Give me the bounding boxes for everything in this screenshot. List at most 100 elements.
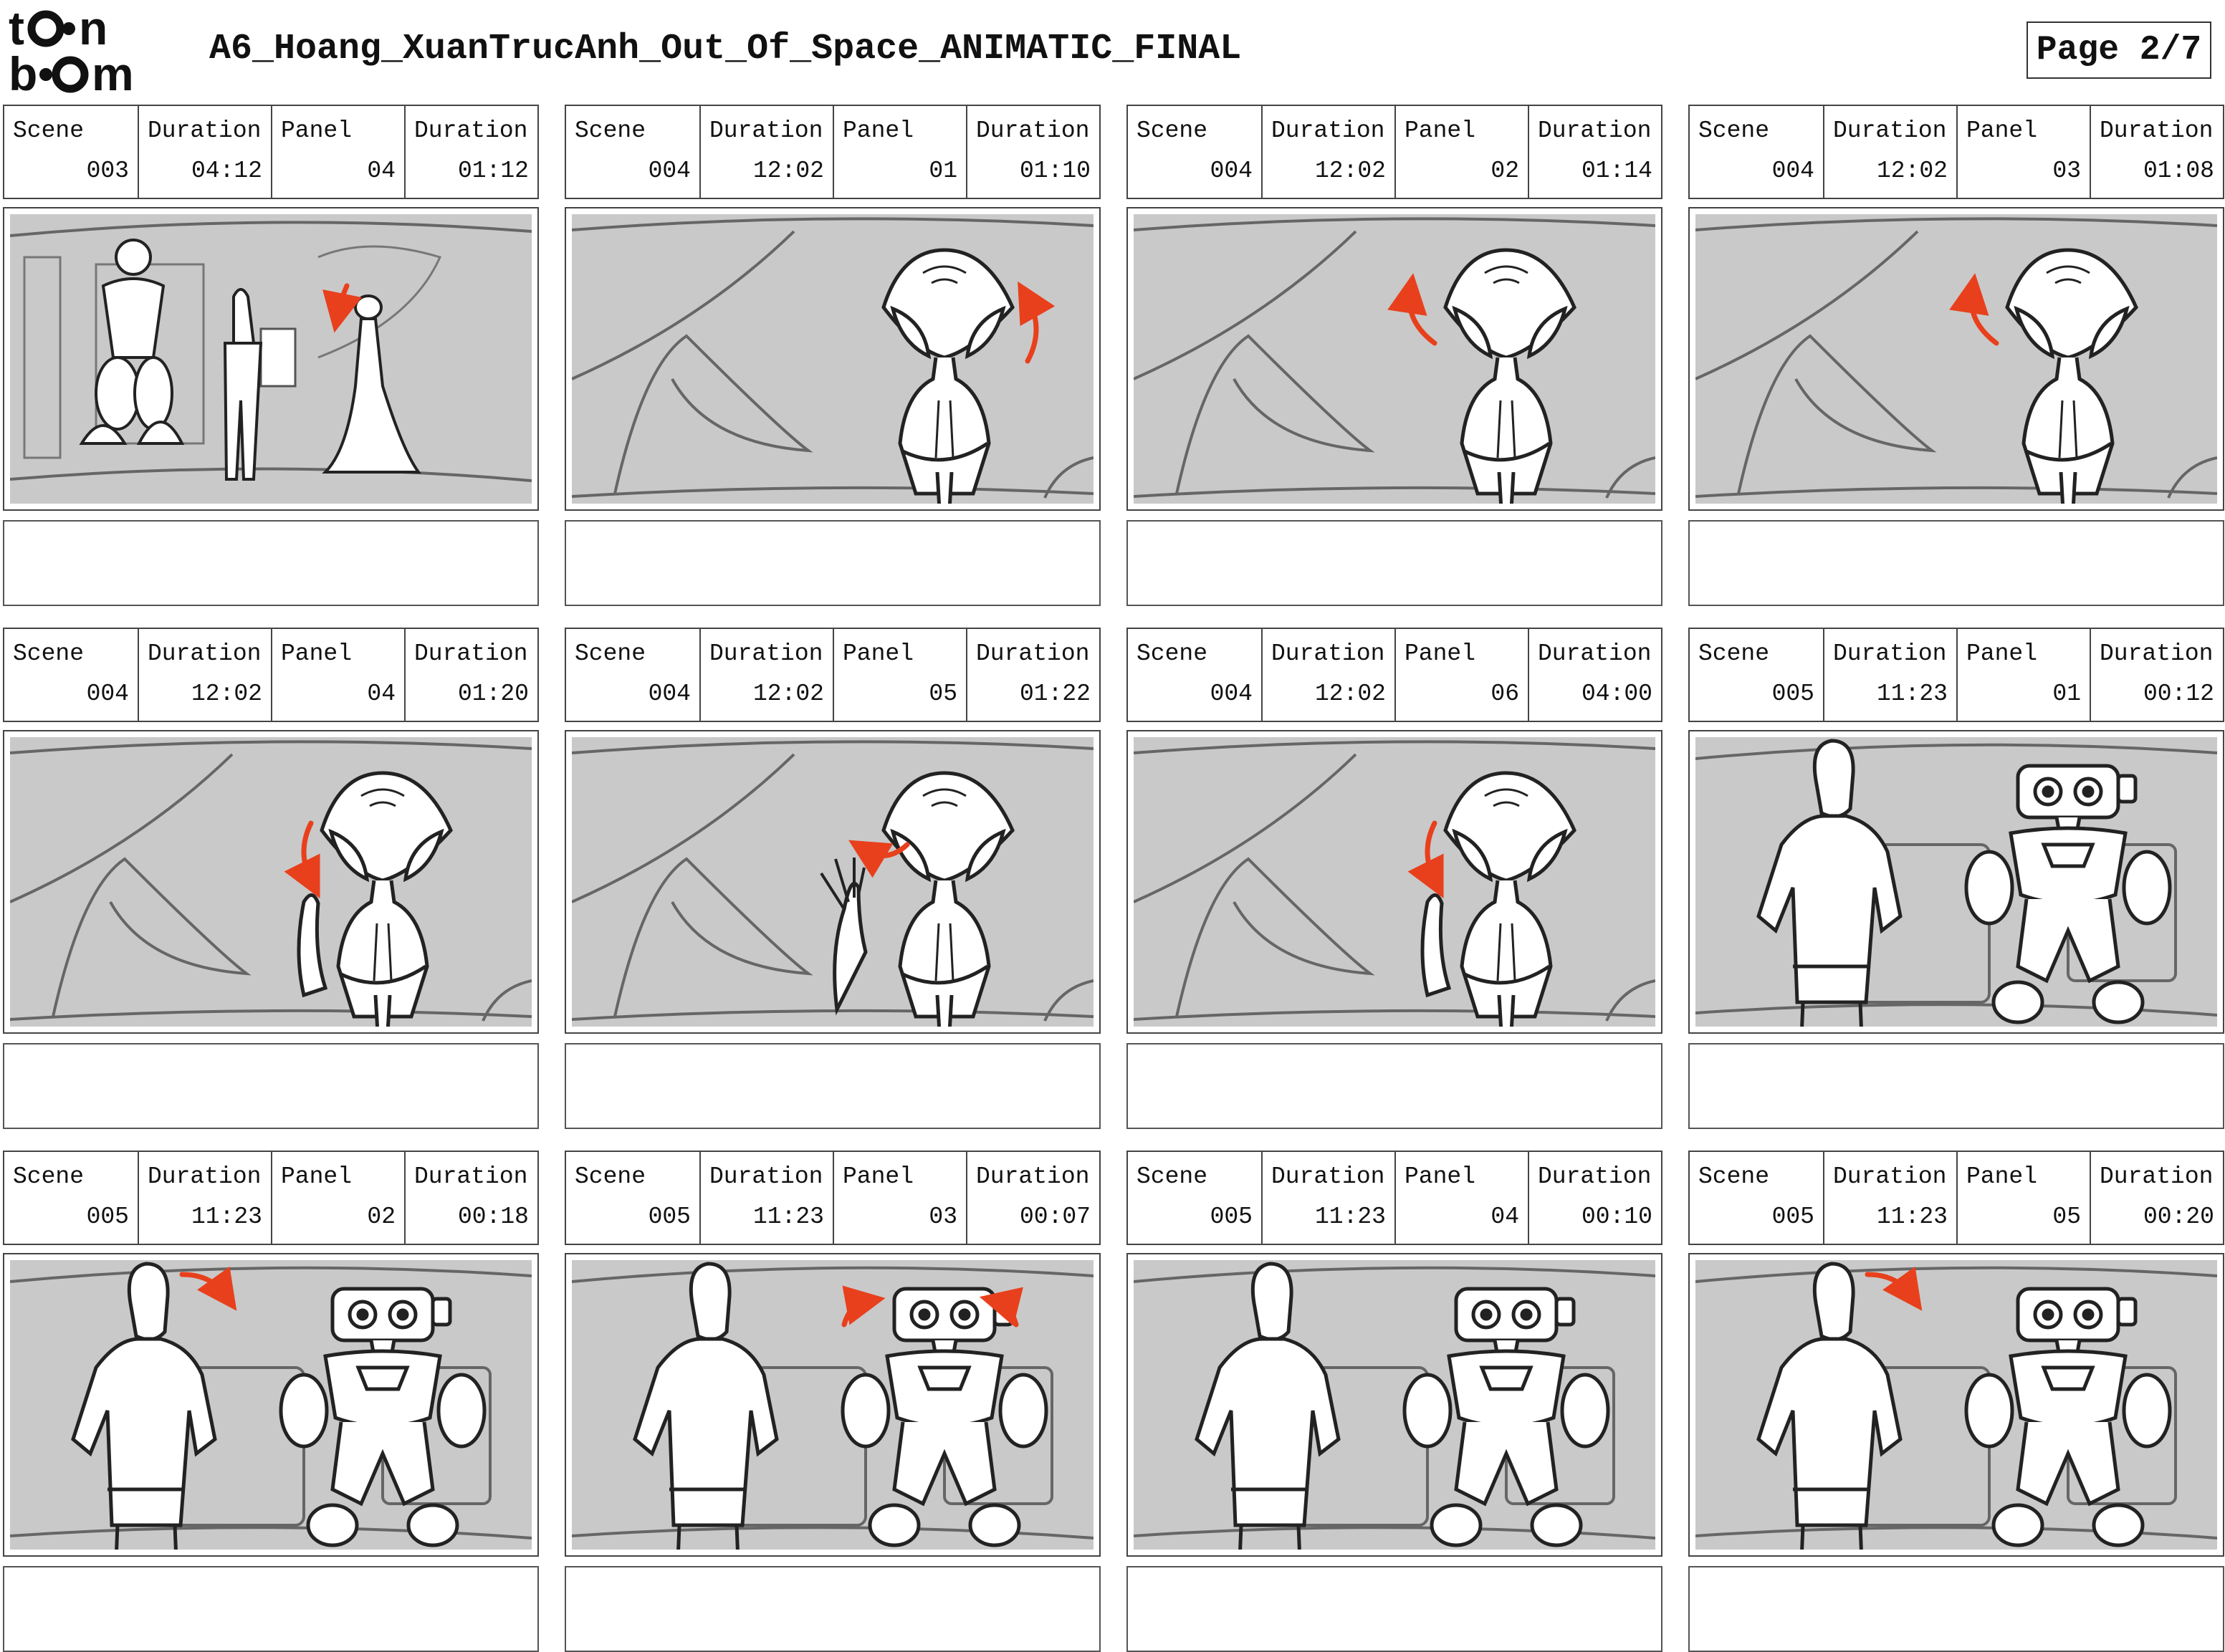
scene-number: 004 <box>1771 158 1814 184</box>
scene-cell: Scene 004 <box>566 629 699 721</box>
scene-number: 005 <box>1771 681 1814 707</box>
scene-label: Scene <box>13 117 85 144</box>
scene-duration: 11:23 <box>191 1204 262 1230</box>
panel-info-bar: Scene 005 Duration 11:23 Panel 04 Durati… <box>1126 1151 1662 1245</box>
panel-image <box>565 207 1101 511</box>
panel-notes-box <box>3 1043 539 1129</box>
scene-label: Scene <box>1137 117 1208 144</box>
panel-duration-label: Duration <box>976 1163 1090 1190</box>
panel-image <box>1688 1253 2224 1557</box>
panel-duration-cell: Duration 00:20 <box>2090 1152 2223 1244</box>
scene-label: Scene <box>575 640 646 667</box>
scene-duration: 11:23 <box>1876 681 1948 707</box>
panel-cell: Panel 04 <box>1394 1152 1528 1244</box>
panel-duration: 00:12 <box>2143 681 2214 707</box>
panel-cell: Panel 05 <box>833 629 966 721</box>
scene-cell: Scene 004 <box>566 106 699 198</box>
panel-number: 01 <box>929 158 957 184</box>
panel-label: Panel <box>843 1163 914 1190</box>
scene-duration-label: Duration <box>148 640 262 667</box>
scene-cell: Scene 004 <box>1690 106 1823 198</box>
panel-duration-cell: Duration 01:08 <box>2090 106 2223 198</box>
panel-image <box>1688 730 2224 1034</box>
panel-label: Panel <box>281 1163 353 1190</box>
panel-duration: 00:10 <box>1581 1204 1652 1230</box>
panel-info-bar: Scene 004 Duration 12:02 Panel 01 Durati… <box>565 105 1101 199</box>
panel-info-bar: Scene 005 Duration 11:23 Panel 01 Durati… <box>1688 628 2224 722</box>
panel-drawing <box>10 737 532 1027</box>
scene-duration-cell: Duration 04:12 <box>138 106 271 198</box>
panel-image <box>565 730 1101 1034</box>
scene-label: Scene <box>13 640 85 667</box>
scene-number: 004 <box>648 158 691 184</box>
scene-duration-cell: Duration 12:02 <box>138 629 271 721</box>
scene-duration-label: Duration <box>1271 117 1385 144</box>
panel-number: 03 <box>2052 158 2081 184</box>
scene-cell: Scene 004 <box>4 629 138 721</box>
panel-drawing <box>572 214 1094 504</box>
panel-notes-box <box>565 1566 1101 1652</box>
panel-image <box>3 207 539 511</box>
panel-drawing <box>572 1260 1094 1550</box>
panel-cell: Panel 06 <box>1394 629 1528 721</box>
scene-cell: Scene 005 <box>1128 1152 1261 1244</box>
scene-number: 004 <box>1210 681 1253 707</box>
panel-info-bar: Scene 005 Duration 11:23 Panel 03 Durati… <box>565 1151 1101 1245</box>
panel-number: 04 <box>367 681 396 707</box>
panel-info-bar: Scene 004 Duration 12:02 Panel 02 Durati… <box>1126 105 1662 199</box>
scene-duration-cell: Duration 11:23 <box>699 1152 833 1244</box>
scene-duration: 12:02 <box>1314 681 1386 707</box>
panel-info-bar: Scene 005 Duration 11:23 Panel 02 Durati… <box>3 1151 539 1245</box>
scene-cell: Scene 004 <box>1128 629 1261 721</box>
scene-number: 005 <box>648 1204 691 1230</box>
panel-duration-label: Duration <box>976 117 1090 144</box>
panel-image <box>1126 1253 1662 1557</box>
panel-drawing <box>1134 737 1655 1027</box>
scene-number: 004 <box>648 681 691 707</box>
panel-duration: 00:07 <box>1019 1204 1091 1230</box>
panel-duration-label: Duration <box>414 117 528 144</box>
scene-duration: 12:02 <box>191 681 262 707</box>
panel-cell: Panel 05 <box>1956 1152 2090 1244</box>
panel-cell: Panel 03 <box>833 1152 966 1244</box>
scene-cell: Scene 005 <box>4 1152 138 1244</box>
panel-number: 02 <box>1490 158 1519 184</box>
panel-number: 01 <box>2052 681 2081 707</box>
panel-drawing <box>10 214 532 504</box>
panel-duration: 04:00 <box>1581 681 1652 707</box>
panel-notes-box <box>3 520 539 606</box>
scene-duration: 12:02 <box>1314 158 1386 184</box>
panel-number: 04 <box>1490 1204 1519 1230</box>
panel-duration: 01:14 <box>1581 158 1652 184</box>
panel-image <box>3 730 539 1034</box>
scene-duration: 11:23 <box>752 1204 824 1230</box>
panel-label: Panel <box>281 117 353 144</box>
panel-label: Panel <box>1966 117 2038 144</box>
scene-cell: Scene 005 <box>1690 1152 1823 1244</box>
panel-drawing <box>1134 214 1655 504</box>
scene-duration-cell: Duration 11:23 <box>1261 1152 1394 1244</box>
document-title: A6_Hoang_XuanTrucAnh_Out_Of_Space_ANIMAT… <box>209 29 1242 69</box>
panel-duration-label: Duration <box>1538 117 1652 144</box>
panel-image <box>565 1253 1101 1557</box>
panel-notes-box <box>1126 1566 1662 1652</box>
scene-duration: 11:23 <box>1314 1204 1386 1230</box>
panel-duration-cell: Duration 04:00 <box>1528 629 1661 721</box>
scene-number: 005 <box>1771 1204 1814 1230</box>
scene-duration-label: Duration <box>1271 640 1385 667</box>
panel-label: Panel <box>1405 117 1476 144</box>
panel-cell: Panel 01 <box>1956 629 2090 721</box>
panel-image <box>1126 730 1662 1034</box>
panel-label: Panel <box>1966 640 2038 667</box>
panel-number: 05 <box>929 681 957 707</box>
scene-duration-cell: Duration 12:02 <box>1823 106 1956 198</box>
panel-notes-box <box>1688 520 2224 606</box>
panel-drawing <box>572 737 1094 1027</box>
scene-label: Scene <box>1698 117 1770 144</box>
scene-duration: 04:12 <box>191 158 262 184</box>
scene-number: 003 <box>86 158 129 184</box>
toonboom-logo: t n b m <box>9 1 178 100</box>
scene-duration-cell: Duration 12:02 <box>1261 106 1394 198</box>
panel-drawing <box>1695 737 2217 1027</box>
panel-duration: 01:08 <box>2143 158 2214 184</box>
